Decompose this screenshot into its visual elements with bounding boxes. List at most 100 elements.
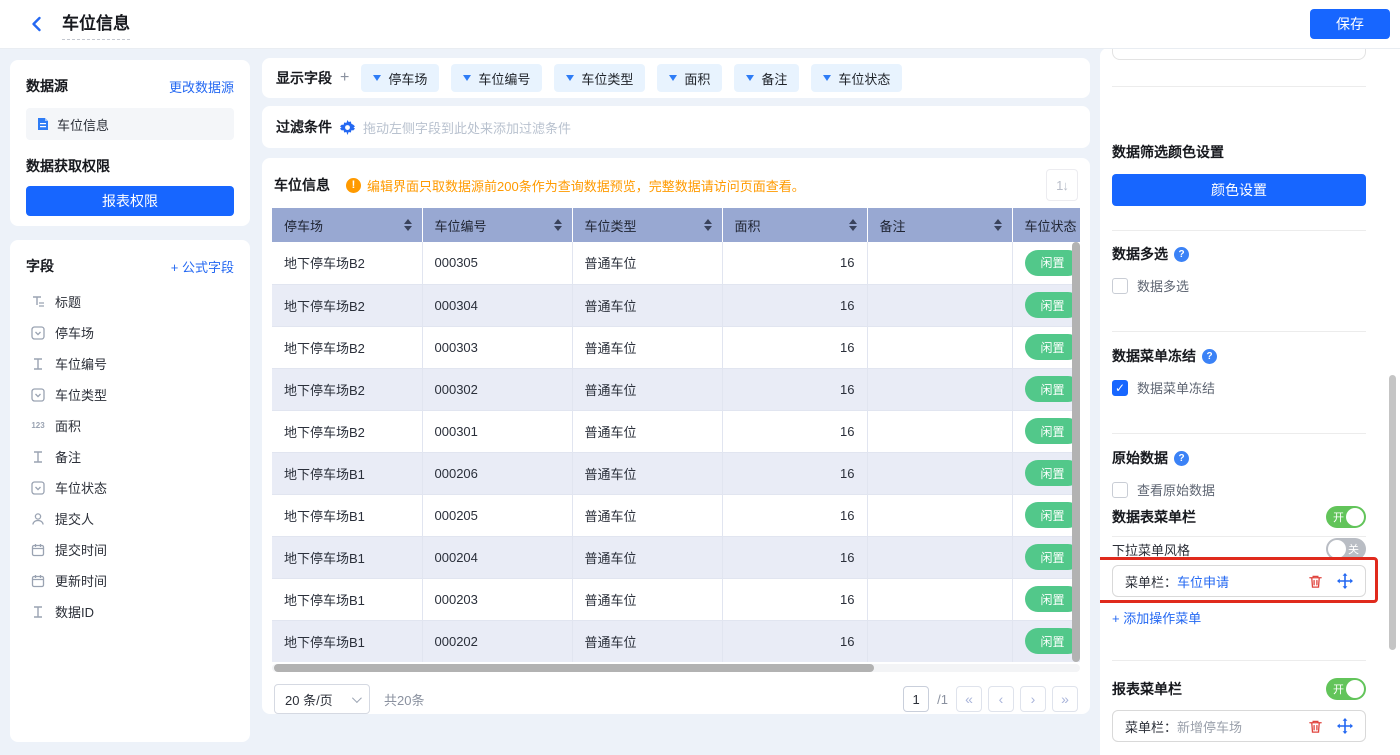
table-row[interactable]: 地下停车场B1000206普通车位16闲置 <box>272 452 1080 494</box>
add-action-menu-link[interactable]: + 添加操作菜单 <box>1112 608 1201 627</box>
dropdown-triangle-icon <box>463 75 471 81</box>
change-datasource-link[interactable]: 更改数据源 <box>169 77 234 96</box>
table-row[interactable]: 地下停车场B2000301普通车位16闲置 <box>272 410 1080 452</box>
column-header-停车场[interactable]: 停车场 <box>272 208 422 242</box>
panel-scrollbar[interactable] <box>1389 375 1396 650</box>
field-chip-备注[interactable]: 备注 <box>734 64 799 92</box>
field-item-数据ID[interactable]: 数据ID <box>26 596 234 627</box>
cell-area: 16 <box>722 494 867 536</box>
column-header-面积[interactable]: 面积 <box>722 208 867 242</box>
delete-menu-button[interactable] <box>1307 718 1323 734</box>
next-page-button[interactable]: › <box>1020 686 1046 712</box>
gear-icon[interactable] <box>340 120 355 135</box>
checkbox-unchecked-icon <box>1112 278 1128 294</box>
table-row[interactable]: 地下停车场B1000203普通车位16闲置 <box>272 578 1080 620</box>
field-item-车位类型[interactable]: 车位类型 <box>26 379 234 410</box>
last-page-button[interactable]: » <box>1052 686 1078 712</box>
move-menu-button[interactable] <box>1337 718 1353 734</box>
first-page-button[interactable]: « <box>956 686 982 712</box>
text-icon <box>30 604 46 620</box>
field-item-车位编号[interactable]: 车位编号 <box>26 348 234 379</box>
help-icon[interactable]: ? <box>1202 349 1217 364</box>
field-item-更新时间[interactable]: 更新时间 <box>26 565 234 596</box>
color-section-title: 数据筛选颜色设置 <box>1112 142 1224 162</box>
first-page-icon: « <box>965 691 973 707</box>
table-row[interactable]: 地下停车场B1000204普通车位16闲置 <box>272 536 1080 578</box>
cell-area: 16 <box>722 242 867 284</box>
report-menu-item-box[interactable]: 菜单栏： 新增停车场 <box>1112 710 1366 742</box>
table-row[interactable]: 地下停车场B1000205普通车位16闲置 <box>272 494 1080 536</box>
table-menu-toggle[interactable]: 开 <box>1326 506 1366 528</box>
column-header-车位类型[interactable]: 车位类型 <box>572 208 722 242</box>
cell-parking: 地下停车场B2 <box>272 242 422 284</box>
move-icon <box>1337 573 1353 589</box>
datasource-item-label: 车位信息 <box>57 115 109 134</box>
page-title[interactable]: 车位信息 <box>62 9 130 40</box>
delete-menu-button[interactable] <box>1307 573 1323 589</box>
table-row[interactable]: 地下停车场B2000302普通车位16闲置 <box>272 368 1080 410</box>
cell-status: 闲置 <box>1012 578 1080 620</box>
datasource-panel: 数据源 更改数据源 车位信息 数据获取权限 报表权限 <box>10 60 250 226</box>
column-header-备注[interactable]: 备注 <box>867 208 1012 242</box>
display-fields-label: 显示字段 <box>276 68 332 88</box>
trash-icon <box>1308 574 1323 589</box>
field-chip-车位编号[interactable]: 车位编号 <box>451 64 542 92</box>
column-header-车位编号[interactable]: 车位编号 <box>422 208 572 242</box>
report-menu-toggle[interactable]: 开 <box>1326 678 1366 700</box>
field-item-车位状态[interactable]: 车位状态 <box>26 472 234 503</box>
back-button[interactable] <box>26 13 48 35</box>
table-horizontal-scrollbar[interactable] <box>274 664 874 672</box>
table-row[interactable]: 地下停车场B2000303普通车位16闲置 <box>272 326 1080 368</box>
sort-icon[interactable] <box>704 219 712 231</box>
add-field-button[interactable]: + <box>340 69 349 87</box>
field-item-标题[interactable]: 标题 <box>26 286 234 317</box>
field-item-面积[interactable]: 123面积 <box>26 410 234 441</box>
display-fields-bar: 显示字段 + 停车场车位编号车位类型 面积 备注车位状态 <box>262 58 1090 98</box>
help-icon[interactable]: ? <box>1174 247 1189 262</box>
current-page-input[interactable]: 1 <box>903 686 929 712</box>
help-icon[interactable]: ? <box>1174 451 1189 466</box>
move-menu-button[interactable] <box>1337 573 1353 589</box>
sort-icon[interactable] <box>554 219 562 231</box>
sort-order-button[interactable]: 1↓ <box>1046 169 1078 201</box>
field-item-提交时间[interactable]: 提交时间 <box>26 534 234 565</box>
sort-icon[interactable] <box>849 219 857 231</box>
raw-data-label: 查看原始数据 <box>1137 480 1215 499</box>
table-row[interactable]: 地下停车场B2000305普通车位16闲置 <box>272 242 1080 284</box>
field-chip-停车场[interactable]: 停车场 <box>361 64 439 92</box>
save-button[interactable]: 保存 <box>1310 9 1390 39</box>
cell-number: 000202 <box>422 620 572 662</box>
datasource-title: 数据源 <box>26 76 68 96</box>
color-settings-button[interactable]: 颜色设置 <box>1112 174 1366 206</box>
field-chip-车位类型[interactable]: 车位类型 <box>554 64 645 92</box>
dropdown-style-row: 下拉菜单风格 关 <box>1112 538 1366 560</box>
field-item-提交人[interactable]: 提交人 <box>26 503 234 534</box>
page-size-select[interactable]: 20 条/页 <box>274 684 370 714</box>
sort-icon[interactable] <box>404 219 412 231</box>
report-menu-title: 报表菜单栏 <box>1112 679 1182 699</box>
table-row[interactable]: 地下停车场B1000202普通车位16闲置 <box>272 620 1080 662</box>
field-item-备注[interactable]: 备注 <box>26 441 234 472</box>
column-header-车位状态[interactable]: 车位状态 <box>1012 208 1080 242</box>
column-label: 面积 <box>735 219 761 234</box>
formula-field-link[interactable]: + 公式字段 <box>171 257 234 276</box>
table-vertical-scrollbar[interactable] <box>1072 242 1080 662</box>
pagination-bar: 20 条/页 共20条 1 /1 «‹›» <box>272 684 1080 714</box>
field-chip-面积[interactable]: 面积 <box>657 64 722 92</box>
freeze-checkbox[interactable]: ✓ 数据菜单冻结 <box>1112 378 1215 397</box>
cell-note <box>867 578 1012 620</box>
field-item-停车场[interactable]: 停车场 <box>26 317 234 348</box>
cell-number: 000301 <box>422 410 572 452</box>
report-permission-button[interactable]: 报表权限 <box>26 186 234 216</box>
table-row[interactable]: 地下停车场B2000304普通车位16闲置 <box>272 284 1080 326</box>
chip-label: 面积 <box>684 69 710 88</box>
multi-select-checkbox[interactable]: 数据多选 <box>1112 276 1189 295</box>
dropdown-style-toggle[interactable]: 关 <box>1326 538 1366 560</box>
number-icon: 123 <box>30 418 46 434</box>
datasource-item[interactable]: 车位信息 <box>26 108 234 140</box>
menu-item-box[interactable]: 菜单栏： 车位申请 <box>1112 565 1366 597</box>
raw-data-checkbox[interactable]: 查看原始数据 <box>1112 480 1215 499</box>
sort-icon[interactable] <box>994 219 1002 231</box>
field-chip-车位状态[interactable]: 车位状态 <box>811 64 902 92</box>
prev-page-button[interactable]: ‹ <box>988 686 1014 712</box>
